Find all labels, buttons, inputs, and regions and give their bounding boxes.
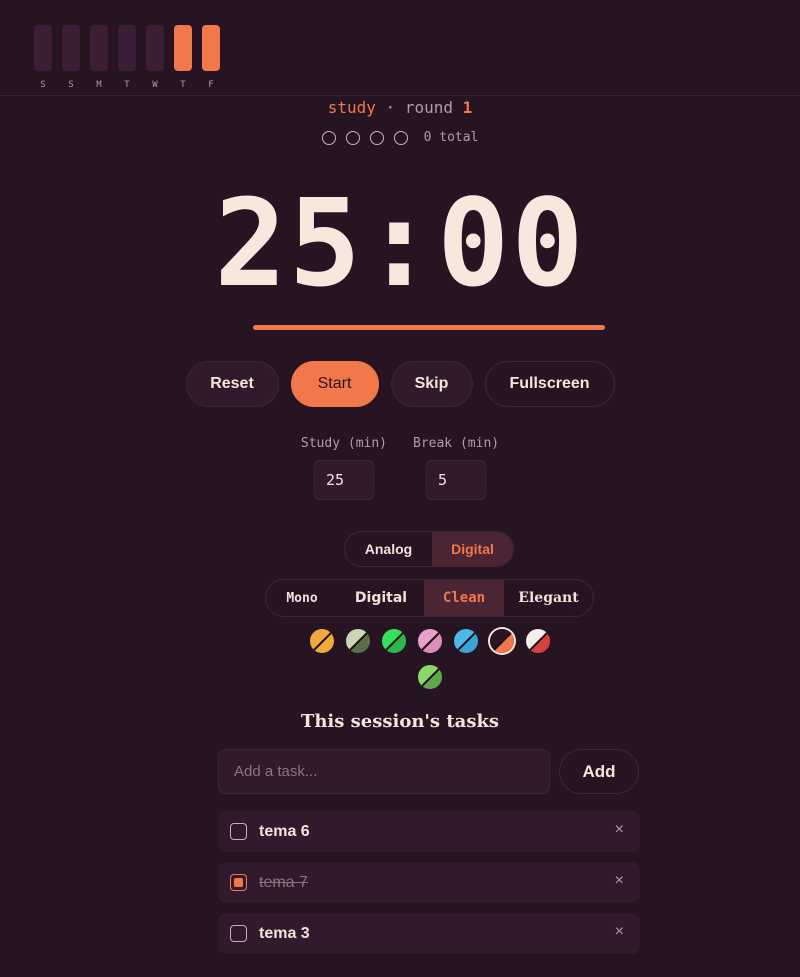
day-bar bbox=[62, 25, 80, 71]
day-bar-active bbox=[174, 25, 192, 71]
amber-icon[interactable] bbox=[310, 629, 334, 653]
task-item: tema 6 × bbox=[218, 811, 640, 852]
day-bar bbox=[146, 25, 164, 71]
skip-button[interactable]: Skip bbox=[390, 361, 473, 407]
font-style-digital[interactable]: Digital bbox=[338, 580, 424, 616]
session-mode: study bbox=[327, 98, 376, 117]
day-label: M bbox=[96, 80, 102, 90]
font-style-toggle: Mono Digital Clean Elegant bbox=[265, 579, 594, 617]
day-label: T bbox=[180, 80, 186, 90]
day-column: T bbox=[174, 25, 192, 90]
day-label: W bbox=[152, 80, 158, 90]
swatch-divider bbox=[347, 629, 370, 653]
round-number: 1 bbox=[462, 98, 473, 117]
day-column: F bbox=[202, 25, 220, 90]
red-icon[interactable] bbox=[526, 629, 550, 653]
day-label: S bbox=[40, 80, 46, 90]
task-text: tema 3 bbox=[259, 924, 310, 942]
day-label: T bbox=[124, 80, 130, 90]
top-divider bbox=[0, 95, 800, 96]
task-checkbox[interactable] bbox=[230, 823, 247, 840]
sky-icon[interactable] bbox=[454, 629, 478, 653]
day-label: F bbox=[208, 80, 214, 90]
day-column: S bbox=[62, 25, 80, 90]
task-text: tema 6 bbox=[259, 822, 310, 840]
day-column: S bbox=[34, 25, 52, 90]
day-column: W bbox=[146, 25, 164, 90]
start-button[interactable]: Start bbox=[290, 361, 379, 407]
green-icon[interactable] bbox=[382, 629, 406, 653]
ember-icon[interactable] bbox=[490, 629, 514, 653]
font-style-clean[interactable]: Clean bbox=[424, 580, 504, 616]
round-dot bbox=[369, 130, 384, 145]
swatch-divider bbox=[419, 665, 442, 689]
session-separator: · bbox=[385, 98, 396, 117]
fullscreen-button[interactable]: Fullscreen bbox=[484, 361, 615, 407]
pomodoro-page: S S M T W T F study · round 1 0 total 25… bbox=[0, 0, 800, 977]
timer-progress-bar bbox=[253, 325, 605, 330]
round-dot bbox=[321, 130, 336, 145]
task-list: tema 6 × tema 7 × tema 3 × bbox=[218, 811, 640, 964]
week-streak: S S M T W T F bbox=[34, 25, 220, 90]
day-column: T bbox=[118, 25, 136, 90]
add-task-button[interactable]: Add bbox=[559, 749, 639, 794]
round-dot bbox=[393, 130, 408, 145]
task-item: tema 7 × bbox=[218, 862, 640, 903]
study-duration-label: Study (min) bbox=[300, 436, 387, 451]
round-dots: 0 total bbox=[0, 130, 800, 145]
break-duration: Break (min) bbox=[413, 436, 499, 500]
swatch-divider bbox=[311, 629, 334, 653]
remove-task-icon[interactable]: × bbox=[615, 923, 624, 941]
clock-style-digital[interactable]: Digital bbox=[432, 532, 513, 566]
timer-controls: Reset Start Skip Fullscreen bbox=[0, 361, 800, 407]
theme-swatches bbox=[310, 629, 550, 689]
day-column: M bbox=[90, 25, 108, 90]
duration-settings: Study (min) Break (min) bbox=[0, 436, 800, 500]
task-checkbox[interactable] bbox=[230, 874, 247, 891]
day-bar bbox=[118, 25, 136, 71]
swatch-divider bbox=[419, 629, 442, 653]
break-duration-label: Break (min) bbox=[413, 436, 500, 451]
session-header: study · round 1 bbox=[0, 98, 800, 117]
font-style-elegant[interactable]: Elegant bbox=[504, 580, 593, 616]
swatch-divider bbox=[527, 629, 550, 653]
rounds-total: 0 total bbox=[423, 130, 479, 145]
task-checkbox[interactable] bbox=[230, 925, 247, 942]
clock-style-toggle: Analog Digital bbox=[344, 531, 514, 567]
remove-task-icon[interactable]: × bbox=[615, 821, 624, 839]
remove-task-icon[interactable]: × bbox=[615, 872, 624, 890]
font-style-mono[interactable]: Mono bbox=[266, 580, 338, 616]
day-label: S bbox=[68, 80, 74, 90]
day-bar-active bbox=[202, 25, 220, 71]
timer-display: 25:00 bbox=[214, 175, 586, 314]
reset-button[interactable]: Reset bbox=[185, 361, 279, 407]
break-duration-input[interactable] bbox=[426, 460, 487, 500]
pink-icon[interactable] bbox=[418, 629, 442, 653]
clock-style-analog[interactable]: Analog bbox=[345, 532, 432, 566]
day-bar bbox=[34, 25, 52, 71]
swatch-divider bbox=[455, 629, 478, 653]
add-task-input[interactable] bbox=[218, 749, 550, 794]
task-text: tema 7 bbox=[259, 873, 308, 891]
study-duration: Study (min) bbox=[301, 436, 387, 500]
swatch-divider bbox=[491, 629, 514, 653]
sage-icon[interactable] bbox=[346, 629, 370, 653]
round-label: round bbox=[404, 98, 453, 117]
round-dot bbox=[345, 130, 360, 145]
study-duration-input[interactable] bbox=[313, 460, 374, 500]
lime-icon[interactable] bbox=[418, 665, 442, 689]
task-item: tema 3 × bbox=[218, 913, 640, 954]
tasks-title: This session's tasks bbox=[300, 711, 500, 732]
swatch-divider bbox=[383, 629, 406, 653]
day-bar bbox=[90, 25, 108, 71]
